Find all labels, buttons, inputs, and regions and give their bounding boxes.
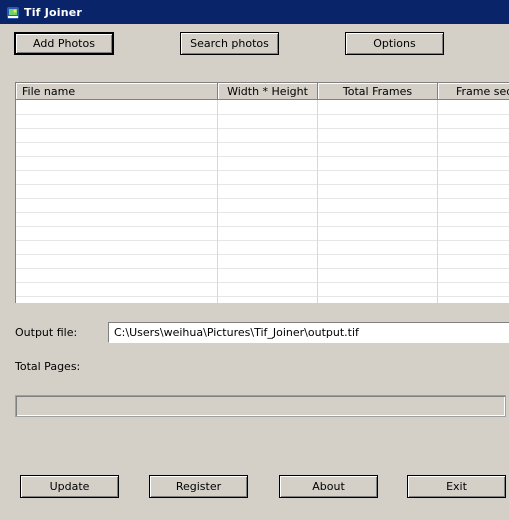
grid-row-line <box>16 296 509 297</box>
file-list-grid <box>16 100 509 303</box>
grid-row-line <box>16 128 509 129</box>
window-title: Tif Joiner <box>24 6 83 19</box>
output-file-label: Output file: <box>15 326 78 339</box>
total-pages-label: Total Pages: <box>15 360 81 373</box>
column-header-frame-sequence[interactable]: Frame sequence <box>438 83 509 100</box>
grid-row-line <box>16 254 509 255</box>
grid-row-line <box>16 268 509 269</box>
column-header-total-frames[interactable]: Total Frames <box>318 83 438 100</box>
grid-column-line <box>217 100 218 303</box>
options-button[interactable]: Options <box>345 32 444 55</box>
exit-button[interactable]: Exit <box>407 475 506 498</box>
column-header-width-height[interactable]: Width * Height <box>218 83 318 100</box>
grid-row-line <box>16 212 509 213</box>
about-button[interactable]: About <box>279 475 378 498</box>
grid-row-line <box>16 156 509 157</box>
grid-row-line <box>16 198 509 199</box>
file-list-header: File name Width * Height Total Frames Fr… <box>16 83 509 100</box>
search-photos-button[interactable]: Search photos <box>180 32 279 55</box>
output-file-field[interactable]: C:\Users\weihua\Pictures\Tif_Joiner\outp… <box>108 322 509 343</box>
grid-row-line <box>16 170 509 171</box>
update-button[interactable]: Update <box>20 475 119 498</box>
app-icon <box>7 7 19 19</box>
column-header-file-name[interactable]: File name <box>16 83 218 100</box>
grid-column-line <box>437 100 438 303</box>
register-button[interactable]: Register <box>149 475 248 498</box>
grid-column-line <box>317 100 318 303</box>
grid-row-line <box>16 114 509 115</box>
title-bar: Tif Joiner <box>0 0 509 24</box>
file-list[interactable]: File name Width * Height Total Frames Fr… <box>15 82 509 303</box>
grid-row-line <box>16 240 509 241</box>
add-photos-button[interactable]: Add Photos <box>14 32 114 55</box>
grid-row-line <box>16 142 509 143</box>
grid-row-line <box>16 226 509 227</box>
progress-bar <box>15 395 506 417</box>
grid-row-line <box>16 282 509 283</box>
tif-joiner-window: Tif Joiner Add Photos Search photos Opti… <box>0 0 509 520</box>
grid-row-line <box>16 184 509 185</box>
